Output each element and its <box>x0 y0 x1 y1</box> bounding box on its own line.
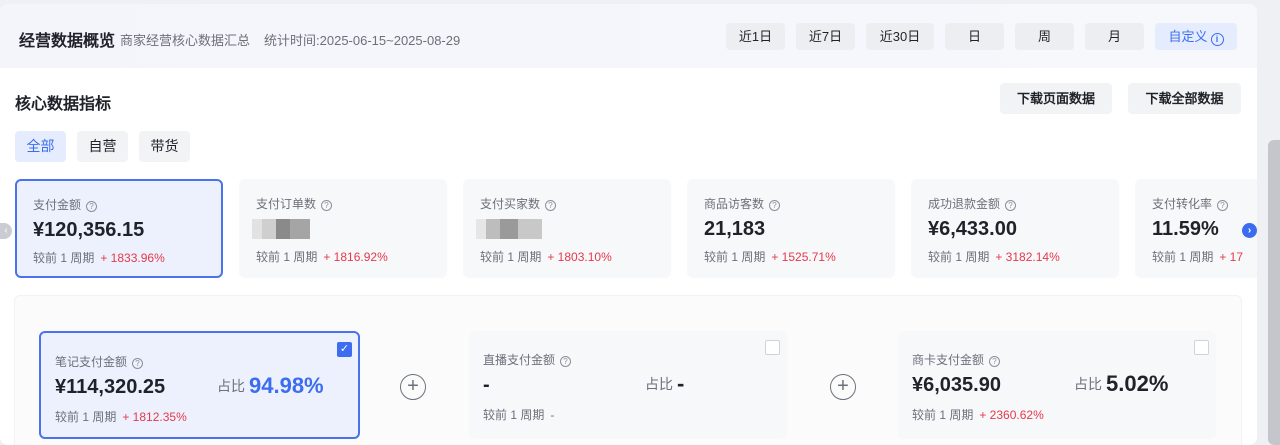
metric-card-visitors[interactable]: 商品访客数? 21,183 较前 1 周期 + 1525.71% <box>687 179 895 278</box>
metric-label: 支付金额? <box>33 196 98 213</box>
help-icon[interactable]: ? <box>545 200 557 211</box>
time-button-month[interactable]: 月 <box>1085 23 1144 50</box>
help-icon[interactable]: ? <box>1217 200 1229 211</box>
time-button-custom[interactable]: 自定义 i <box>1155 23 1237 50</box>
metric-label: 支付转化率? <box>1152 195 1229 212</box>
metric-card-payment-amount[interactable]: 支付金额? ¥120,356.15 较前 1 周期 + 1833.96% <box>15 179 223 278</box>
breakdown-label: 笔记支付金额? <box>55 353 144 370</box>
plus-icon: + <box>400 374 426 400</box>
page-scrollbar[interactable] <box>1268 140 1280 445</box>
metric-compare: 较前 1 周期 + 1803.10% <box>480 250 612 264</box>
help-icon[interactable]: ? <box>769 200 781 211</box>
metric-compare: 较前 1 周期 + 17 <box>1152 250 1244 264</box>
overview-card: 经营数据概览 商家经营核心数据汇总 统计时间:2025-06-15~2025-0… <box>0 4 1257 445</box>
metric-change: + 17 <box>1219 250 1244 264</box>
plus-icon: + <box>830 374 856 400</box>
breakdown-share: 占比 94.98% <box>217 373 324 398</box>
time-button-day[interactable]: 日 <box>945 23 1004 50</box>
metric-value: ¥120,356.15 <box>33 219 145 241</box>
page-subtitle: 商家经营核心数据汇总 <box>120 33 251 48</box>
info-icon: i <box>1210 33 1224 46</box>
breakdown-compare: 较前 1 周期 + 1812.35% <box>55 410 187 424</box>
breakdown-compare: 较前 1 周期 - <box>483 408 555 422</box>
download-all-button[interactable]: 下载全部数据 <box>1128 83 1241 114</box>
help-icon[interactable]: ? <box>86 201 98 212</box>
page: 经营数据概览 商家经营核心数据汇总 统计时间:2025-06-15~2025-0… <box>0 0 1280 445</box>
scroll-left-arrow-icon[interactable]: ‹ <box>0 223 12 239</box>
header-bar: 经营数据概览 商家经营核心数据汇总 统计时间:2025-06-15~2025-0… <box>0 4 1257 68</box>
metric-compare: 较前 1 周期 + 1525.71% <box>704 250 836 264</box>
breakdown-value: ¥6,035.90 <box>912 374 1001 396</box>
metric-change: + 1803.10% <box>547 250 612 264</box>
breakdown-card-product[interactable]: 商卡支付金额? ¥6,035.90 占比 5.02% 较前 1 周期 + 2360.… <box>898 331 1216 439</box>
breakdown-label: 商卡支付金额? <box>912 351 1001 368</box>
time-button-1d[interactable]: 近1日 <box>726 23 785 50</box>
help-icon[interactable]: ? <box>560 356 572 367</box>
metric-compare: 较前 1 周期 + 1816.92% <box>256 250 388 264</box>
date-range-value: 2025-06-15~2025-08-29 <box>319 33 461 48</box>
breakdown-share: 占比 5.02% <box>1074 371 1169 396</box>
metric-card-refunds[interactable]: 成功退款金额? ¥6,433.00 较前 1 周期 + 3182.14% <box>911 179 1119 278</box>
masked-value <box>252 219 310 239</box>
help-icon[interactable]: ? <box>321 200 333 211</box>
metric-card-buyers[interactable]: 支付买家数? 较前 1 周期 + 1803.10% <box>463 179 671 278</box>
breakdown-value: ¥114,320.25 <box>55 376 166 398</box>
page-title: 经营数据概览 <box>19 33 116 50</box>
help-icon[interactable]: ? <box>1005 200 1017 211</box>
download-page-button[interactable]: 下载页面数据 <box>1000 83 1112 114</box>
metric-value: 11.59% <box>1152 218 1219 240</box>
breakdown-compare: 较前 1 周期 + 2360.62% <box>912 408 1044 422</box>
checkbox-checked-icon[interactable]: ✓ <box>337 342 352 357</box>
metric-label: 支付订单数? <box>256 195 333 212</box>
filter-tab-self[interactable]: 自营 <box>77 131 128 162</box>
filter-tab-all[interactable]: 全部 <box>15 131 66 162</box>
metric-label: 成功退款金额? <box>928 195 1017 212</box>
metric-card-conversion[interactable]: 支付转化率? 11.59% 较前 1 周期 + 17 <box>1135 179 1257 278</box>
breakdown-card-live[interactable]: 直播支付金额? - 占比 - 较前 1 周期 - <box>469 331 787 439</box>
help-icon[interactable]: ? <box>132 358 144 369</box>
checkbox-icon[interactable] <box>1194 340 1209 355</box>
metric-change: + 1833.96% <box>100 251 165 265</box>
scroll-right-arrow-icon[interactable]: › <box>1242 223 1257 238</box>
time-button-week[interactable]: 周 <box>1015 23 1074 50</box>
breakdown-share: 占比 - <box>645 371 685 396</box>
metric-change: + 1525.71% <box>771 250 836 264</box>
help-icon[interactable]: ? <box>989 356 1001 367</box>
metric-compare: 较前 1 周期 + 1833.96% <box>33 251 165 265</box>
section-title: 核心数据指标 <box>15 96 112 113</box>
metric-change: + 1816.92% <box>323 250 388 264</box>
metric-compare: 较前 1 周期 + 3182.14% <box>928 250 1060 264</box>
breakdown-card-notes[interactable]: 笔记支付金额? ¥114,320.25 占比 94.98% 较前 1 周期 + 18… <box>39 331 360 439</box>
masked-value <box>476 219 542 239</box>
metric-card-orders[interactable]: 支付订单数? 较前 1 周期 + 1816.92% <box>239 179 447 278</box>
metric-label: 商品访客数? <box>704 195 781 212</box>
time-button-7d[interactable]: 近7日 <box>796 23 855 50</box>
time-button-30d[interactable]: 近30日 <box>866 23 934 50</box>
metric-value: ¥6,433.00 <box>928 218 1017 240</box>
breakdown-value: - <box>483 374 490 396</box>
metric-value: 21,183 <box>704 218 766 240</box>
custom-label: 自定义 <box>1168 29 1208 44</box>
date-range: 统计时间:2025-06-15~2025-08-29 <box>264 30 460 49</box>
breakdown-label: 直播支付金额? <box>483 351 572 368</box>
metric-change: + 3182.14% <box>995 250 1060 264</box>
metric-label: 支付买家数? <box>480 195 557 212</box>
date-range-label: 统计时间: <box>264 33 320 48</box>
filter-tab-affiliate[interactable]: 带货 <box>139 131 190 162</box>
checkbox-icon[interactable] <box>765 340 780 355</box>
